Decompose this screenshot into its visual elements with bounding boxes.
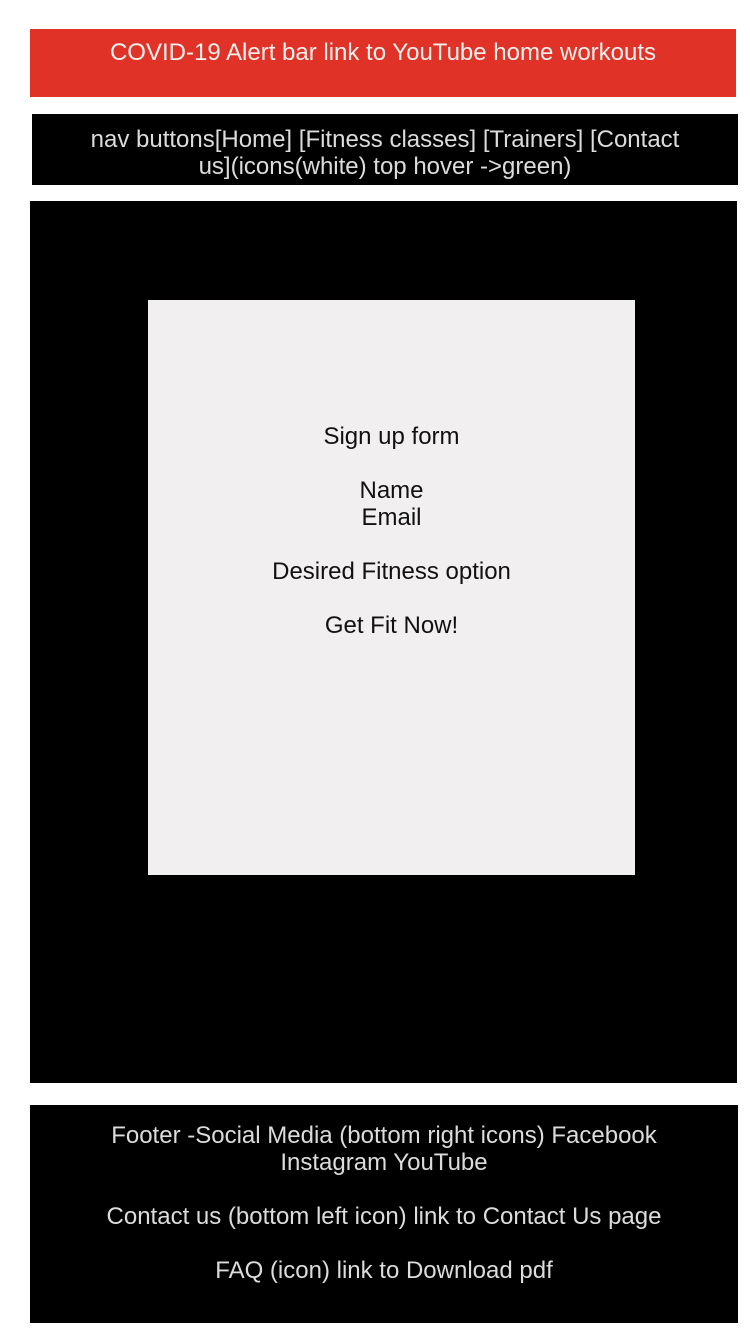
fitness-option-label[interactable]: Desired Fitness option	[148, 558, 635, 585]
footer-social-text: Footer -Social Media (bottom right icons…	[111, 1122, 657, 1176]
signup-form-title: Sign up form	[323, 423, 460, 450]
get-fit-now-button[interactable]: Get Fit Now!	[148, 612, 635, 639]
footer-faq-link[interactable]: FAQ (icon) link to Download pdf	[50, 1257, 718, 1284]
email-field-label[interactable]: Email	[148, 504, 635, 531]
footer: Footer -Social Media (bottom right icons…	[30, 1105, 738, 1323]
hero-section: Sign up form Name Email Desired Fitness …	[30, 201, 737, 1083]
nav-bar: nav buttons[Home] [Fitness classes] [Tra…	[32, 114, 738, 185]
covid-alert-link[interactable]: COVID-19 Alert bar link to YouTube home …	[30, 29, 736, 97]
footer-contact-link[interactable]: Contact us (bottom left icon) link to Co…	[50, 1203, 718, 1230]
signup-form-card: Sign up form Name Email Desired Fitness …	[148, 300, 635, 875]
name-field-label[interactable]: Name	[148, 477, 635, 504]
